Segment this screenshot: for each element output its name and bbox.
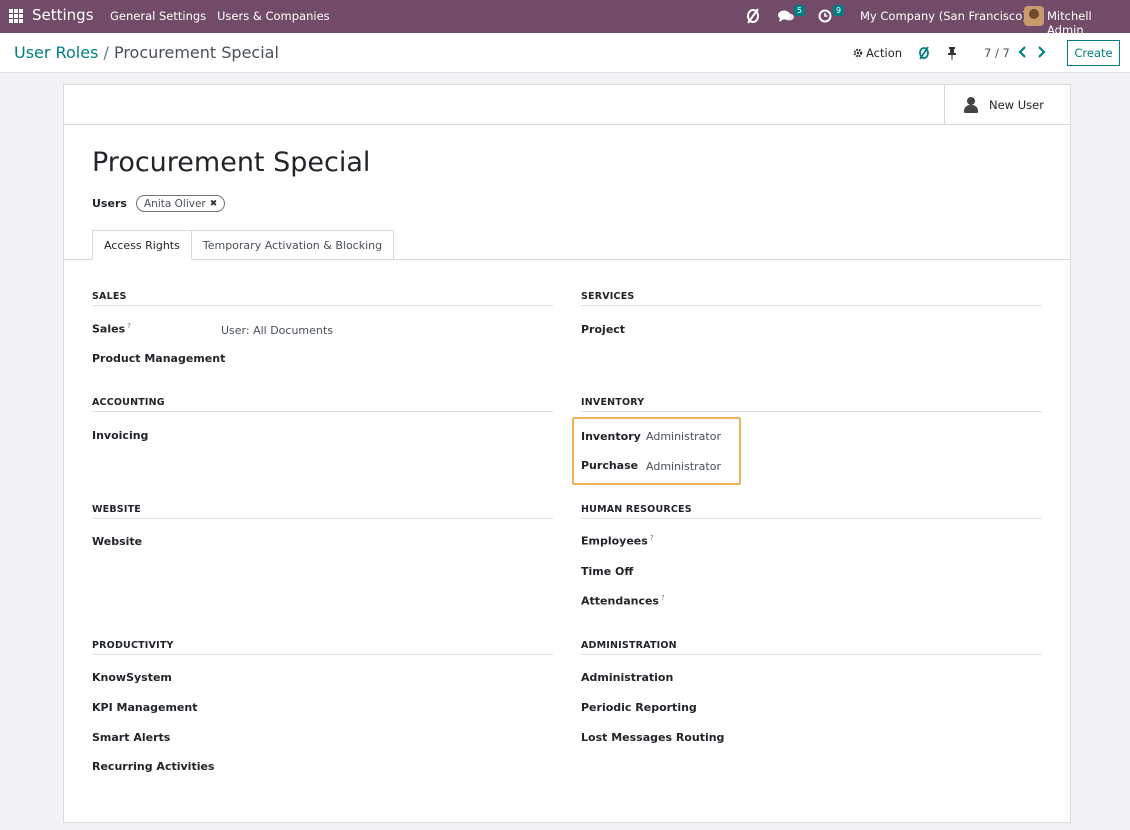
user-tag[interactable]: Anita Oliver ✖ [136, 195, 226, 212]
app-brand[interactable]: Settings [32, 6, 94, 24]
create-button[interactable]: Create [1067, 40, 1120, 66]
users-field-label: Users [92, 197, 127, 210]
gear-icon [853, 48, 863, 58]
new-user-stat-button[interactable]: New User [944, 85, 1070, 125]
group-title-services: SERVICES [581, 291, 635, 302]
group-divider [581, 518, 1042, 519]
field-label-product-management: Product Management [92, 352, 226, 365]
group-divider [92, 518, 553, 519]
field-label-smart-alerts: Smart Alerts [92, 731, 171, 744]
field-label-administration: Administration [581, 671, 674, 684]
button-box: New User [64, 85, 1070, 125]
field-label-project: Project [581, 323, 626, 336]
messages-icon[interactable] [778, 10, 794, 23]
breadcrumb-separator: / [103, 43, 109, 62]
user-icon [963, 97, 979, 113]
menu-users-companies[interactable]: Users & Companies [217, 9, 330, 23]
breadcrumb-parent-link[interactable]: User Roles [14, 43, 98, 62]
debug-icon[interactable] [746, 8, 760, 24]
pager-previous-icon[interactable] [1018, 46, 1027, 58]
help-icon[interactable]: ? [661, 594, 665, 602]
messages-badge: 5 [794, 5, 806, 16]
user-avatar[interactable] [1024, 6, 1044, 26]
field-label-purchase: Purchase [581, 459, 639, 472]
field-label-attendances: Attendances? [581, 594, 665, 608]
control-panel: User Roles / Procurement Special Action … [0, 33, 1130, 73]
field-label-website: Website [92, 535, 143, 548]
group-title-administration: ADMINISTRATION [581, 640, 677, 651]
field-label-lost-messages-routing: Lost Messages Routing [581, 731, 725, 744]
help-icon[interactable]: ? [650, 534, 654, 542]
tab-access-rights[interactable]: Access Rights [92, 230, 192, 260]
user-tag-label: Anita Oliver [144, 197, 206, 210]
remove-tag-icon[interactable]: ✖ [210, 199, 218, 209]
activities-badge: 9 [833, 5, 845, 16]
field-label-inventory: Inventory [581, 430, 641, 443]
field-label-recurring-activities: Recurring Activities [92, 760, 215, 773]
menu-general-settings[interactable]: General Settings [110, 9, 206, 23]
form-sheet: New User Procurement Special Users Anita… [63, 84, 1071, 823]
company-switcher[interactable]: My Company (San Francisco) [860, 9, 1027, 23]
tab-temporary-activation-blocking[interactable]: Temporary Activation & Blocking [191, 230, 395, 260]
pin-icon[interactable] [947, 46, 957, 60]
group-divider [581, 305, 1042, 306]
field-label-time-off: Time Off [581, 565, 634, 578]
group-title-inventory: INVENTORY [581, 397, 645, 408]
group-divider [92, 305, 553, 306]
breadcrumb-current: Procurement Special [113, 43, 279, 62]
inventory-highlight-box [572, 417, 741, 485]
notebook-tabs: Access Rights Temporary Activation & Blo… [92, 230, 395, 260]
action-menu-button[interactable]: Action [853, 33, 902, 73]
group-title-human-resources: HUMAN RESOURCES [581, 504, 692, 515]
record-title[interactable]: Procurement Special [92, 147, 370, 178]
field-label-invoicing: Invoicing [92, 429, 149, 442]
field-value-sales[interactable]: User: All Documents [221, 324, 333, 337]
field-label-employees: Employees? [581, 534, 654, 548]
action-label: Action [866, 46, 903, 60]
group-title-website: WEBSITE [92, 504, 141, 515]
activities-clock-icon[interactable] [818, 9, 832, 23]
new-user-label: New User [989, 98, 1044, 112]
field-label-periodic-reporting: Periodic Reporting [581, 701, 697, 714]
pager-next-icon[interactable] [1037, 46, 1046, 58]
field-value-purchase[interactable]: Administrator [646, 460, 721, 473]
debug-record-icon[interactable] [918, 46, 930, 60]
pager-value[interactable]: 7 / 7 [984, 33, 1010, 73]
group-title-sales: SALES [92, 291, 127, 302]
help-icon[interactable]: ? [127, 322, 131, 330]
group-title-productivity: PRODUCTIVITY [92, 640, 174, 651]
apps-menu-icon[interactable] [9, 9, 23, 23]
top-navbar: Settings General Settings Users & Compan… [0, 0, 1130, 37]
group-divider [581, 654, 1042, 655]
field-label-knowsystem: KnowSystem [92, 671, 172, 684]
field-label-kpi-management: KPI Management [92, 701, 198, 714]
tab-divider [64, 259, 1070, 260]
field-value-inventory[interactable]: Administrator [646, 430, 721, 443]
group-divider [92, 411, 553, 412]
field-label-sales: Sales? [92, 322, 131, 336]
group-title-accounting: ACCOUNTING [92, 397, 165, 408]
breadcrumb: User Roles / Procurement Special [14, 43, 279, 62]
group-divider [92, 654, 553, 655]
group-divider [581, 411, 1042, 412]
